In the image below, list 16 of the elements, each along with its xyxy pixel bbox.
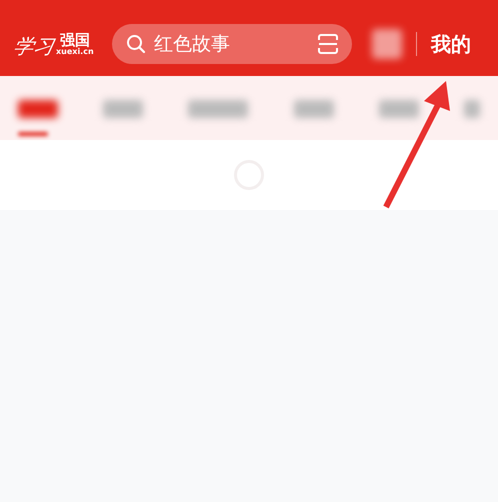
blurred-icon[interactable] <box>372 29 402 59</box>
search-icon <box>126 34 146 54</box>
blurred-tab[interactable] <box>18 100 58 118</box>
tab-underline <box>18 132 48 136</box>
my-profile-link[interactable]: 我的 <box>431 29 471 59</box>
blurred-tab[interactable] <box>188 100 248 118</box>
search-bar[interactable]: 红色故事 <box>112 24 352 64</box>
blurred-tab[interactable] <box>378 100 419 118</box>
logo-script-text: 学习 <box>12 36 56 56</box>
blurred-tab[interactable] <box>103 100 144 118</box>
scan-icon[interactable] <box>318 34 338 54</box>
search-field[interactable]: 红色故事 <box>154 30 304 58</box>
logo-name-text: 强国 <box>60 32 90 48</box>
blurred-tab[interactable] <box>294 100 334 118</box>
logo-domain-text: xuexi.cn <box>56 48 94 56</box>
blurred-tab[interactable] <box>464 100 480 118</box>
